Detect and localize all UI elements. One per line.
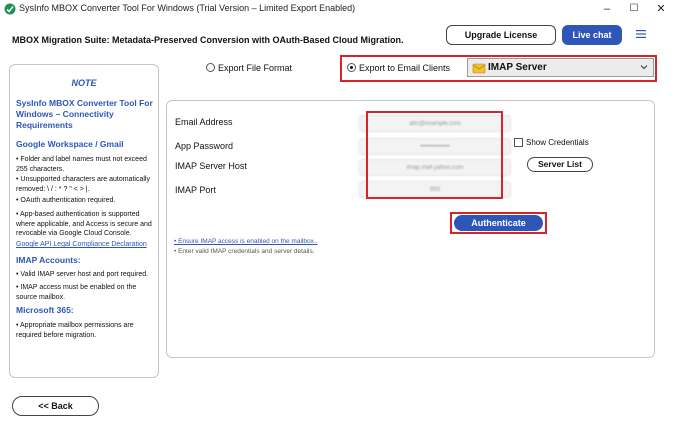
- email-client-select[interactable]: IMAP Server: [467, 58, 654, 77]
- export-email-clients-radio[interactable]: Export to Email Clients: [347, 63, 450, 73]
- list-item: • Appropriate mailbox permissions are re…: [16, 322, 134, 339]
- password-label: App Password: [175, 141, 234, 151]
- mail-folder-icon: [472, 63, 486, 74]
- export-file-format-label: Export File Format: [218, 63, 293, 73]
- radio-icon[interactable]: [206, 63, 215, 72]
- maximize-button[interactable]: ☐: [620, 0, 648, 18]
- note-title: NOTE: [71, 78, 97, 88]
- chevron-down-icon[interactable]: [639, 61, 649, 73]
- list-item: • IMAP access must be enabled on the sou…: [16, 284, 137, 301]
- show-credentials-label[interactable]: Show Credentials: [526, 138, 589, 147]
- list-item: • Unsupported characters are automatical…: [16, 176, 150, 193]
- app-logo-icon: [4, 3, 16, 15]
- credentials-hint: • Enter valid IMAP credentials and serve…: [174, 248, 315, 255]
- list-item: • Folder and label names must not exceed…: [16, 156, 147, 173]
- live-chat-button[interactable]: Live chat: [562, 25, 622, 45]
- authenticate-button[interactable]: Authenticate: [454, 215, 543, 231]
- page-title: MBOX Migration Suite: Metadata-Preserved…: [12, 35, 404, 45]
- host-label: IMAP Server Host: [175, 161, 247, 171]
- title-bar: SysInfo MBOX Converter Tool For Windows …: [0, 0, 676, 18]
- list-item: • App-based authentication is supported …: [16, 211, 152, 237]
- hamburger-icon[interactable]: [634, 28, 648, 40]
- selected-server-value: IMAP Server: [488, 62, 547, 73]
- google-compliance-link[interactable]: Google API Legal Compliance Declaration: [16, 241, 156, 248]
- server-list-button[interactable]: Server List: [527, 157, 593, 172]
- sidebar-note-panel: NOTE SysInfo MBOX Converter Tool For Win…: [9, 64, 159, 378]
- window-title: SysInfo MBOX Converter Tool For Windows …: [19, 3, 356, 13]
- section-title-google: Google Workspace / Gmail: [16, 139, 124, 149]
- imap-access-link[interactable]: • Ensure IMAP access is enabled on the m…: [174, 238, 317, 245]
- upgrade-license-button[interactable]: Upgrade License: [446, 25, 556, 45]
- export-email-clients-label: Export to Email Clients: [359, 63, 451, 73]
- section-title-imap: IMAP Accounts:: [16, 255, 81, 265]
- sidebar-heading: SysInfo MBOX Converter Tool For Windows …: [16, 98, 153, 130]
- show-credentials-checkbox[interactable]: [514, 138, 523, 147]
- close-button[interactable]: ✕: [647, 0, 675, 18]
- back-button[interactable]: << Back: [12, 396, 99, 416]
- list-item: • Valid IMAP server host and port requir…: [16, 271, 149, 278]
- list-item: • OAuth authentication required.: [16, 197, 116, 204]
- email-label: Email Address: [175, 117, 233, 127]
- port-label: IMAP Port: [175, 185, 216, 195]
- export-file-format-radio[interactable]: Export File Format: [206, 63, 292, 73]
- minimize-button[interactable]: –: [593, 0, 621, 18]
- fields-highlight: [366, 111, 503, 199]
- radio-selected-icon[interactable]: [347, 63, 356, 72]
- section-title-m365: Microsoft 365:: [16, 305, 74, 315]
